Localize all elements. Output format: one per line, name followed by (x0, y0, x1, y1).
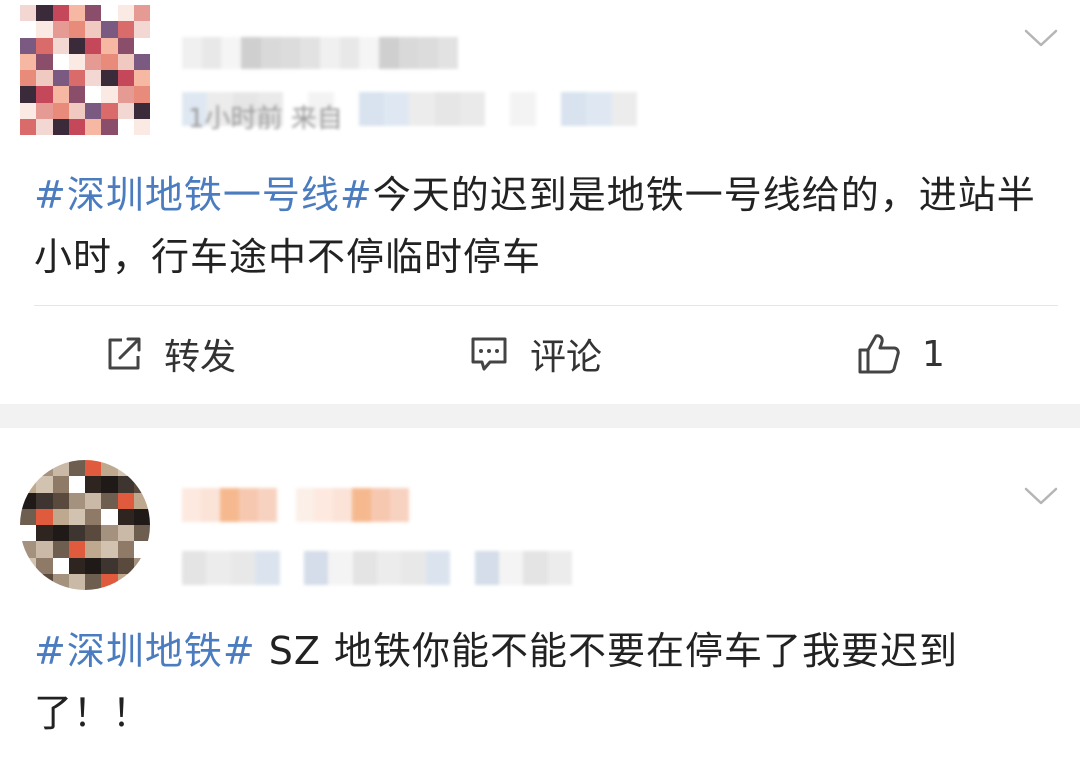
repost-label: 转发 (164, 337, 237, 378)
weibo-feed: 1小时前 来自 #深圳地铁一号线#今天的迟到是地铁一号线给的，进站半小时，行车途… (0, 0, 1080, 761)
comment-button[interactable]: 评论 (468, 328, 602, 380)
repost-icon (108, 337, 141, 370)
hashtag-link[interactable]: #深圳地铁# (34, 629, 256, 673)
repost-button[interactable]: 转发 (104, 328, 236, 380)
post-time-source: 1小时前 来自 (188, 104, 343, 134)
post-card: 1小时前 来自 #深圳地铁一号线#今天的迟到是地铁一号线给的，进站半小时，行车途… (0, 0, 1080, 404)
post-body: #深圳地铁一号线#今天的迟到是地铁一号线给的，进站半小时，行车途中不停临时停车 (34, 164, 1044, 288)
avatar[interactable] (20, 460, 150, 590)
divider (34, 305, 1058, 306)
thumbs-up-icon (858, 334, 900, 374)
comment-label: 评论 (530, 337, 603, 378)
chevron-down-icon[interactable] (1024, 486, 1058, 506)
post-card: #深圳地铁# SZ 地铁你能不能不要在停车了我要迟到了！！ (0, 428, 1080, 761)
username-redacted[interactable] (182, 37, 458, 69)
comment-icon (471, 337, 507, 371)
post-body: #深圳地铁# SZ 地铁你能不能不要在停车了我要迟到了！！ (34, 620, 1044, 744)
card-separator (0, 404, 1080, 428)
chevron-down-icon[interactable] (1024, 28, 1058, 48)
hashtag-link[interactable]: #深圳地铁一号线# (34, 173, 373, 217)
like-button[interactable]: 1 (856, 328, 945, 380)
like-count: 1 (922, 333, 945, 375)
avatar[interactable] (20, 5, 150, 135)
username-redacted[interactable] (182, 488, 428, 522)
post-meta-redacted (182, 551, 572, 585)
